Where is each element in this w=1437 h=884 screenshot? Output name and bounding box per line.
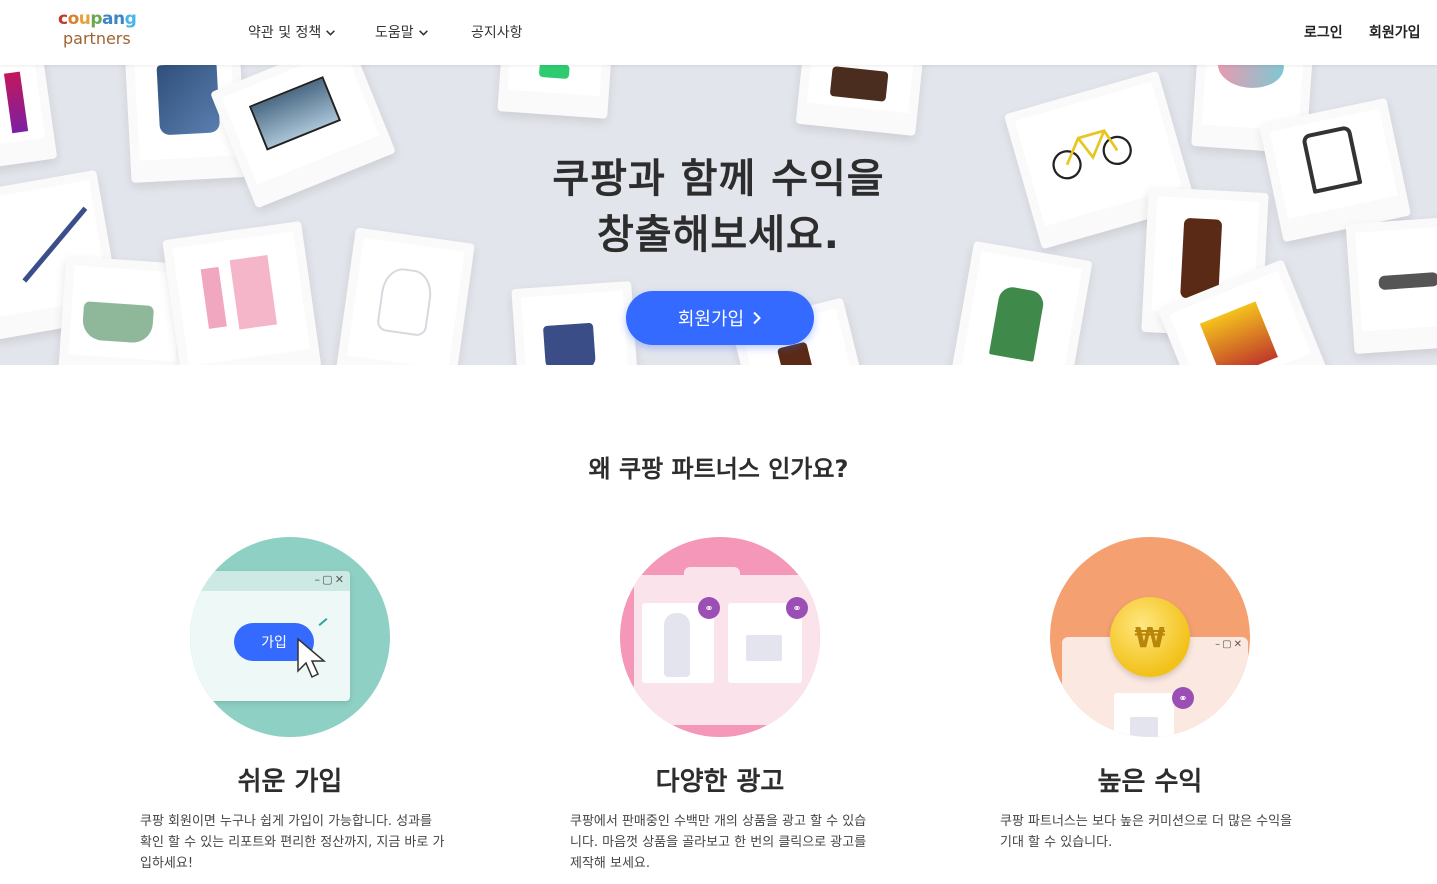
link-icon: ⚭	[1172, 687, 1194, 709]
why-section-title: 왜 쿠팡 파트너스 인가요?	[588, 455, 849, 483]
feature-description: 쿠팡에서 판매중인 수백만 개의 상품을 광고 할 수 있습니다. 마음껏 상품…	[570, 814, 867, 871]
product-card-powder	[795, 65, 925, 137]
logo-word-coupang: coupang	[58, 9, 137, 29]
folder-illustration: ⚭ ⚭	[634, 567, 820, 725]
hero-title: 쿠팡과 함께 수익을 창출해보세요.	[0, 151, 1437, 263]
high-revenue-illustration: – ▢ ✕ ⚭ ₩	[1050, 537, 1250, 737]
signup-link[interactable]: 회원가입	[1369, 22, 1421, 42]
site-header: coupang partners 약관 및 정책 도움말 공지사항 로그인 회원…	[0, 0, 1437, 65]
product-thumb-bag	[1114, 693, 1174, 737]
feature-title: 다양한 광고	[655, 767, 785, 797]
nav-label: 도움말	[375, 25, 414, 41]
feature-title: 높은 수익	[1097, 767, 1203, 797]
nav-notices[interactable]: 공지사항	[471, 22, 523, 42]
nav-label: 약관 및 정책	[248, 25, 322, 41]
login-link[interactable]: 로그인	[1304, 22, 1343, 42]
nav-label: 공지사항	[471, 25, 523, 41]
window-controls-icon: – ▢ ✕	[1215, 639, 1242, 650]
hero-signup-label: 회원가입	[677, 309, 745, 330]
various-ads-illustration: ⚭ ⚭	[620, 537, 820, 737]
nav-help[interactable]: 도움말	[375, 22, 429, 42]
feature-title: 쉬운 가입	[237, 767, 343, 797]
hero-signup-button[interactable]: 회원가입	[626, 291, 814, 345]
coupang-partners-logo[interactable]: coupang partners	[58, 9, 138, 49]
hero-banner: 쿠팡과 함께 수익을 창출해보세요. 회원가입	[0, 65, 1437, 365]
feature-description: 쿠팡 파트너스는 보다 높은 커미션으로 더 많은 수익을 기대 할 수 있습니…	[1000, 814, 1293, 850]
window-controls-icon: – ▢ ✕	[314, 573, 344, 586]
sparkle-icon	[318, 618, 328, 626]
chevron-right-icon	[753, 311, 762, 325]
hero-title-line2: 창출해보세요.	[597, 212, 840, 258]
browser-window-illustration: – ▢ ✕ 가입	[190, 571, 350, 701]
product-card-green	[497, 65, 613, 119]
logo-word-partners: partners	[63, 29, 131, 48]
link-icon: ⚭	[786, 597, 808, 619]
link-icon: ⚭	[698, 597, 720, 619]
nav-terms-policy[interactable]: 약관 및 정책	[248, 22, 336, 42]
won-coin-icon: ₩	[1110, 597, 1190, 677]
hero-title-line1: 쿠팡과 함께 수익을	[552, 156, 885, 202]
feature-description: 쿠팡 회원이면 누구나 쉽게 가입이 가능합니다. 성과를 확인 할 수 있는 …	[140, 814, 445, 871]
product-card-mug	[511, 280, 639, 365]
cursor-icon	[297, 637, 327, 679]
chevron-down-icon	[418, 29, 428, 36]
easy-signup-illustration: – ▢ ✕ 가입	[190, 537, 390, 737]
chevron-down-icon	[326, 29, 336, 36]
